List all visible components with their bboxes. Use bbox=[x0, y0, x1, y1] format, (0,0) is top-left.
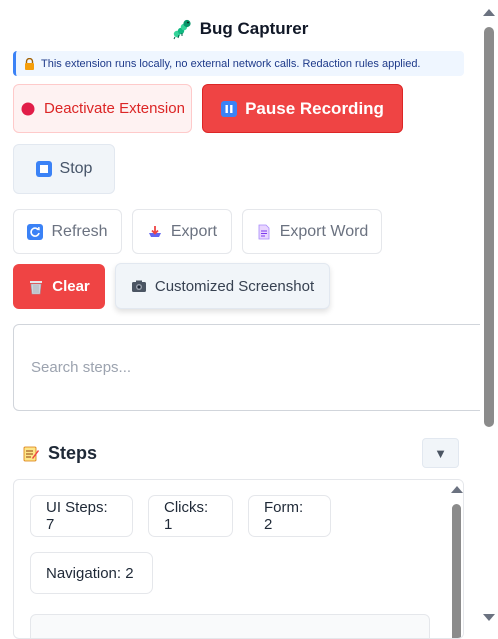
refresh-button[interactable]: Refresh bbox=[13, 209, 122, 254]
stop-label: Stop bbox=[59, 160, 93, 177]
clear-label: Clear bbox=[52, 278, 90, 295]
step-card[interactable] bbox=[30, 614, 430, 638]
export-word-button[interactable]: Export Word bbox=[242, 209, 382, 254]
pause-recording-button[interactable]: Pause Recording bbox=[202, 84, 403, 133]
pause-recording-label: Pause Recording bbox=[245, 98, 384, 118]
refresh-label: Refresh bbox=[51, 222, 108, 240]
app-title-bar: Bug Capturer bbox=[0, 18, 480, 40]
stop-button[interactable]: Stop bbox=[13, 144, 115, 194]
lock-icon bbox=[24, 57, 35, 70]
clicks-stat: Clicks: 1 bbox=[148, 495, 233, 537]
document-icon bbox=[256, 224, 272, 240]
camera-icon bbox=[131, 278, 147, 294]
export-label: Export bbox=[170, 222, 218, 240]
customized-screenshot-label: Customized Screenshot bbox=[154, 277, 315, 295]
steps-title: Steps bbox=[48, 443, 98, 463]
deactivate-extension-label: Deactivate Extension bbox=[44, 100, 185, 117]
export-button[interactable]: Export bbox=[132, 209, 232, 254]
clear-button[interactable]: Clear bbox=[13, 264, 105, 309]
steps-panel: UI Steps: 7 Clicks: 1 Form: 2 Navigation… bbox=[13, 479, 464, 639]
app-title: Bug Capturer bbox=[199, 19, 309, 38]
refresh-icon bbox=[27, 223, 44, 240]
ui-steps-stat: UI Steps: 7 bbox=[30, 495, 133, 537]
stop-square-icon bbox=[35, 161, 52, 177]
export-word-label: Export Word bbox=[279, 222, 369, 240]
customized-screenshot-button[interactable]: Customized Screenshot bbox=[115, 263, 330, 309]
steps-scrollbar-thumb[interactable] bbox=[452, 504, 461, 638]
pause-icon bbox=[221, 100, 238, 117]
steps-header: Steps bbox=[22, 443, 97, 464]
deactivate-extension-button[interactable]: Deactivate Extension bbox=[13, 84, 192, 133]
page-scroll-up-arrow-icon[interactable] bbox=[483, 9, 495, 16]
page-scrollbar[interactable] bbox=[480, 0, 498, 628]
page-scroll-down-arrow-icon[interactable] bbox=[483, 614, 495, 621]
scroll-up-arrow-icon[interactable] bbox=[451, 486, 463, 493]
stop-circle-icon bbox=[20, 101, 36, 117]
search-steps-input[interactable] bbox=[13, 324, 498, 411]
page-scrollbar-thumb[interactable] bbox=[484, 27, 494, 427]
form-stat: Form: 2 bbox=[248, 495, 331, 537]
wastebasket-icon bbox=[28, 279, 44, 295]
privacy-notice-text: This extension runs locally, no external… bbox=[41, 57, 421, 70]
steps-scrollbar[interactable] bbox=[448, 480, 463, 638]
navigation-stat: Navigation: 2 bbox=[30, 552, 153, 594]
privacy-notice: This extension runs locally, no external… bbox=[13, 51, 464, 76]
caterpillar-icon bbox=[172, 18, 194, 40]
inbox-tray-icon bbox=[147, 224, 163, 240]
memo-icon bbox=[22, 445, 40, 463]
steps-collapse-button[interactable]: ▼ bbox=[422, 438, 459, 468]
chevron-down-icon: ▼ bbox=[434, 445, 447, 461]
